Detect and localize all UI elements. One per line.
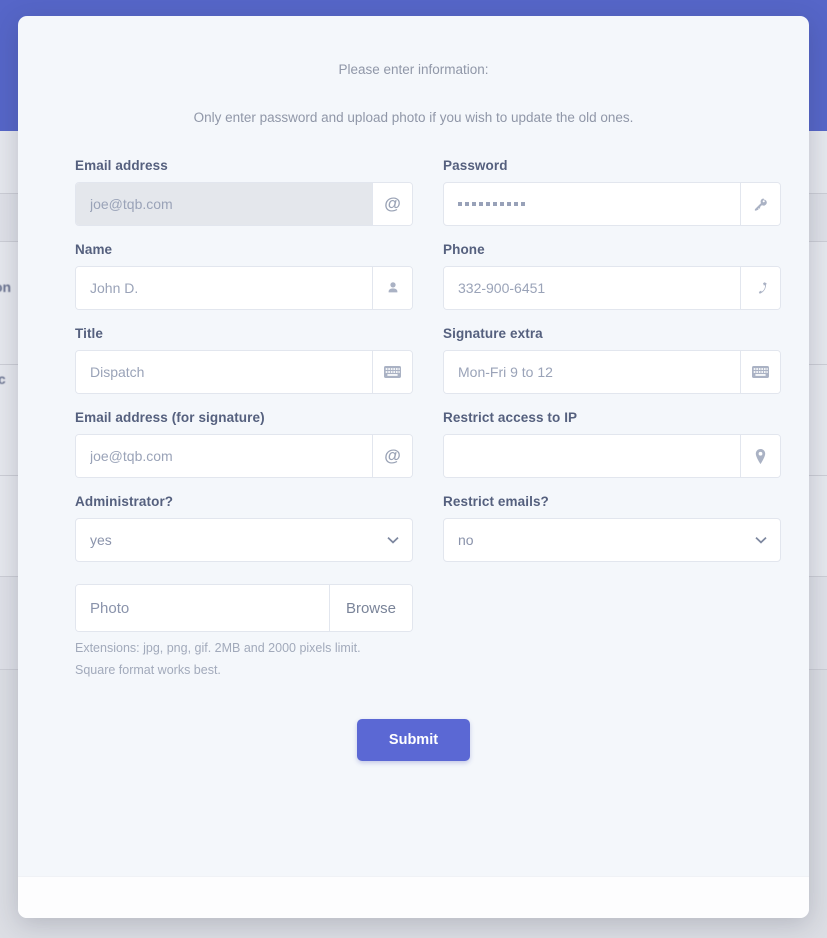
keyboard-icon [372, 351, 412, 393]
input-group-email[interactable]: @ [75, 182, 413, 226]
field-signature-extra: Signature extra [443, 326, 781, 394]
field-password: Password [443, 158, 781, 226]
form-grid: Email address @ Password [75, 158, 781, 578]
label-password: Password [443, 158, 508, 173]
label-restrict-emails: Restrict emails? [443, 494, 549, 509]
backdrop-text-fragment-1: on [0, 279, 12, 295]
field-name: Name [75, 242, 413, 310]
label-name: Name [75, 242, 113, 257]
field-restrict-emails: Restrict emails? no [443, 494, 781, 562]
modal-footer [18, 876, 809, 918]
field-email: Email address @ [75, 158, 413, 226]
label-administrator: Administrator? [75, 494, 174, 509]
input-group-password[interactable] [443, 182, 781, 226]
input-group-phone[interactable] [443, 266, 781, 310]
modal-intro-primary: Please enter information: [338, 62, 489, 77]
submit-button[interactable]: Submit [356, 719, 471, 761]
field-photo: Browse Extensions: jpg, png, gif. 2MB an… [75, 584, 752, 677]
label-email-signature: Email address (for signature) [75, 410, 265, 425]
phone-icon [740, 267, 780, 309]
at-icon: @ [372, 435, 412, 477]
edit-user-modal: Please enter information: Only enter pas… [18, 16, 809, 918]
field-email-signature: Email address (for signature) @ [75, 410, 413, 478]
select-wrap-restrict-emails: no [443, 518, 781, 562]
key-icon [740, 183, 780, 225]
label-restrict-ip: Restrict access to IP [443, 410, 578, 425]
modal-intro-secondary: Only enter password and upload photo if … [193, 110, 634, 125]
field-title: Title [75, 326, 413, 394]
name-input[interactable] [76, 267, 372, 309]
at-icon: @ [372, 183, 412, 225]
user-icon [372, 267, 412, 309]
submit-row: Submit [75, 719, 752, 761]
photo-hint-format: Square format works best. [75, 663, 221, 677]
backdrop-text-fragment-2: .c [0, 371, 6, 387]
photo-upload-group[interactable]: Browse [75, 584, 413, 632]
input-group-restrict-ip[interactable] [443, 434, 781, 478]
keyboard-icon [740, 351, 780, 393]
field-phone: Phone [443, 242, 781, 310]
label-title: Title [75, 326, 104, 341]
select-wrap-administrator: yes [75, 518, 413, 562]
browse-button[interactable]: Browse [328, 585, 412, 631]
email-signature-input[interactable] [76, 435, 372, 477]
map-pin-icon [740, 435, 780, 477]
input-group-title[interactable] [75, 350, 413, 394]
restrict-emails-select[interactable]: no [443, 518, 781, 562]
phone-input[interactable] [444, 267, 740, 309]
input-group-email-signature[interactable]: @ [75, 434, 413, 478]
email-input[interactable] [76, 183, 372, 225]
label-email: Email address [75, 158, 168, 173]
signature-extra-input[interactable] [444, 351, 740, 393]
input-group-signature-extra[interactable] [443, 350, 781, 394]
label-signature-extra: Signature extra [443, 326, 543, 341]
title-input[interactable] [76, 351, 372, 393]
photo-filename-input[interactable] [76, 585, 329, 631]
input-group-name[interactable] [75, 266, 413, 310]
photo-hint-extensions: Extensions: jpg, png, gif. 2MB and 2000 … [75, 641, 361, 655]
restrict-ip-input[interactable] [444, 435, 740, 477]
administrator-select[interactable]: yes [75, 518, 413, 562]
field-administrator: Administrator? yes [75, 494, 413, 562]
password-input[interactable] [444, 183, 740, 225]
field-restrict-ip: Restrict access to IP [443, 410, 781, 478]
modal-body: Please enter information: Only enter pas… [18, 16, 809, 761]
label-phone: Phone [443, 242, 485, 257]
